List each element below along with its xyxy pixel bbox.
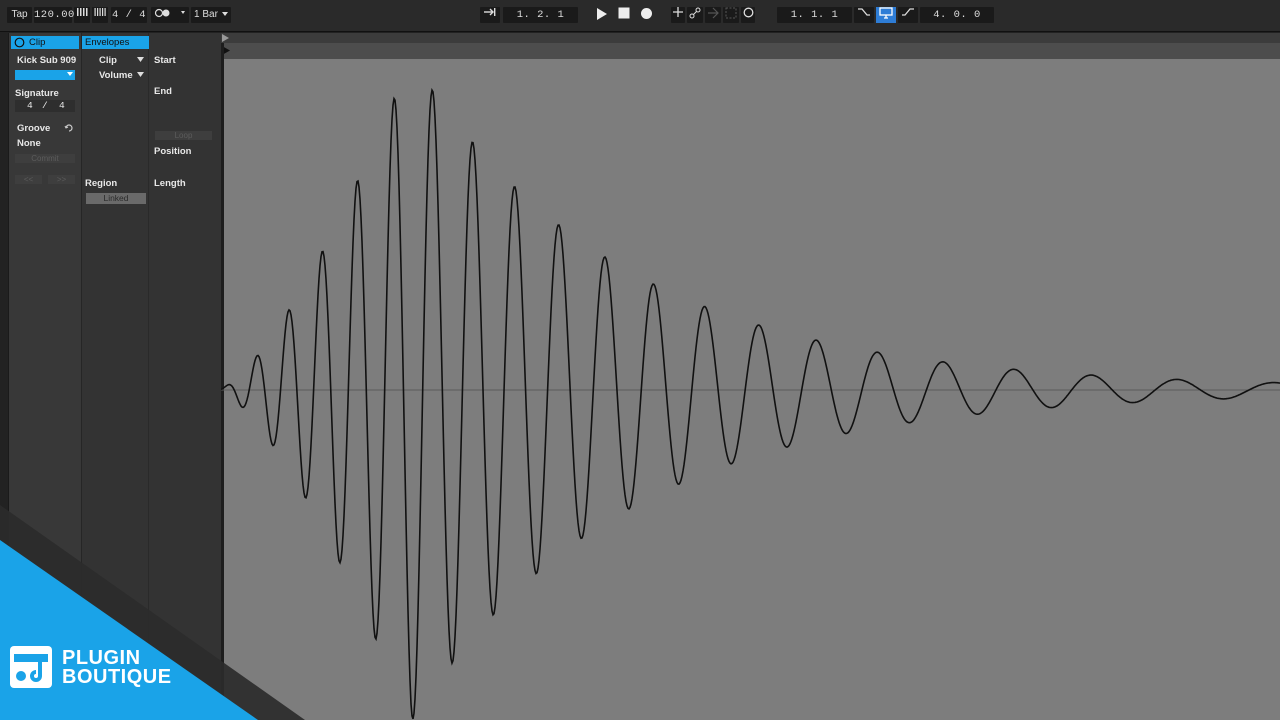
chevron-down-icon <box>222 12 228 16</box>
groove-label: Groove <box>17 123 51 134</box>
metronome-icon[interactable] <box>151 7 189 23</box>
hot-swap-icon[interactable] <box>64 123 74 133</box>
linked-button[interactable]: Linked <box>86 193 146 204</box>
nudge-back-button[interactable]: << <box>15 175 42 184</box>
start-label: Start <box>154 55 176 66</box>
position-label: Position <box>154 146 192 157</box>
commit-button[interactable]: Commit <box>15 154 75 163</box>
clip-color-selector[interactable] <box>15 70 75 80</box>
loop-length-field[interactable]: 4. 0. 0 <box>920 7 994 23</box>
signature-label: Signature <box>15 88 59 99</box>
signature-denominator[interactable]: 4 <box>59 100 65 111</box>
time-signature-field[interactable]: 4 / 4 <box>111 7 147 23</box>
transport-bar: Tap 120.00 4 / 4 1 Bar 1. 2. 1 1. 1. 1 4… <box>0 0 1280 32</box>
nudge-forward-button[interactable]: >> <box>48 175 75 184</box>
signature-field[interactable]: 4 / 4 <box>15 100 75 112</box>
envelopes-box: Envelopes Clip Volume Region Linked <box>82 33 218 720</box>
play-icon[interactable] <box>593 7 611 23</box>
arrangement-position-field[interactable]: 1. 2. 1 <box>503 7 578 23</box>
envelope-device-chooser[interactable]: Clip <box>99 55 117 66</box>
nudge-down-icon[interactable] <box>74 7 90 23</box>
nudge-up-icon[interactable] <box>92 7 108 23</box>
loop-start-field[interactable]: 1. 1. 1 <box>777 7 852 23</box>
capture-icon[interactable] <box>723 7 739 23</box>
chevron-down-icon <box>137 57 144 62</box>
quantization-value: 1 Bar <box>194 9 218 20</box>
loop-switch-icon[interactable] <box>876 7 896 23</box>
follow-arrow-icon[interactable] <box>480 7 500 23</box>
groove-value[interactable]: None <box>17 138 41 149</box>
signature-numerator[interactable]: 4 <box>27 100 33 111</box>
signature-slash: / <box>42 100 48 111</box>
clip-header-label: Clip <box>29 37 46 48</box>
punch-in-icon[interactable] <box>854 7 874 23</box>
clip-name[interactable]: Kick Sub 909 <box>17 55 76 66</box>
tempo-field[interactable]: 120.00 <box>34 7 74 23</box>
region-label: Region <box>85 178 118 189</box>
session-record-icon[interactable] <box>741 7 755 23</box>
loop-region-box: Start End Loop Position Length <box>149 33 221 720</box>
envelope-control-chooser[interactable]: Volume <box>99 70 133 81</box>
record-icon[interactable] <box>637 7 655 23</box>
envelopes-header-label: Envelopes <box>85 37 130 48</box>
end-label: End <box>154 86 172 97</box>
waveform[interactable] <box>221 33 1280 720</box>
overdub-plus-icon[interactable] <box>671 7 685 23</box>
waveform-trace <box>221 87 1280 720</box>
tap-tempo-button[interactable]: Tap <box>7 7 32 23</box>
punch-out-icon[interactable] <box>898 7 918 23</box>
automation-arm-icon[interactable] <box>687 7 703 23</box>
clip-box: Clip Kick Sub 909 Signature 4 / 4 Groove… <box>9 33 82 720</box>
length-label: Length <box>154 178 186 189</box>
reenable-automation-icon[interactable] <box>705 7 721 23</box>
stop-icon[interactable] <box>615 7 633 23</box>
quantization-menu[interactable]: 1 Bar <box>191 7 231 23</box>
clip-activator-icon[interactable] <box>14 37 25 48</box>
loop-button[interactable]: Loop <box>155 131 212 140</box>
clip-header[interactable]: Clip <box>11 36 79 49</box>
chevron-down-icon <box>137 72 144 77</box>
chevron-down-icon <box>67 72 73 76</box>
clip-view-panel: Clip Kick Sub 909 Signature 4 / 4 Groove… <box>8 33 221 720</box>
sample-editor[interactable] <box>221 33 1280 720</box>
